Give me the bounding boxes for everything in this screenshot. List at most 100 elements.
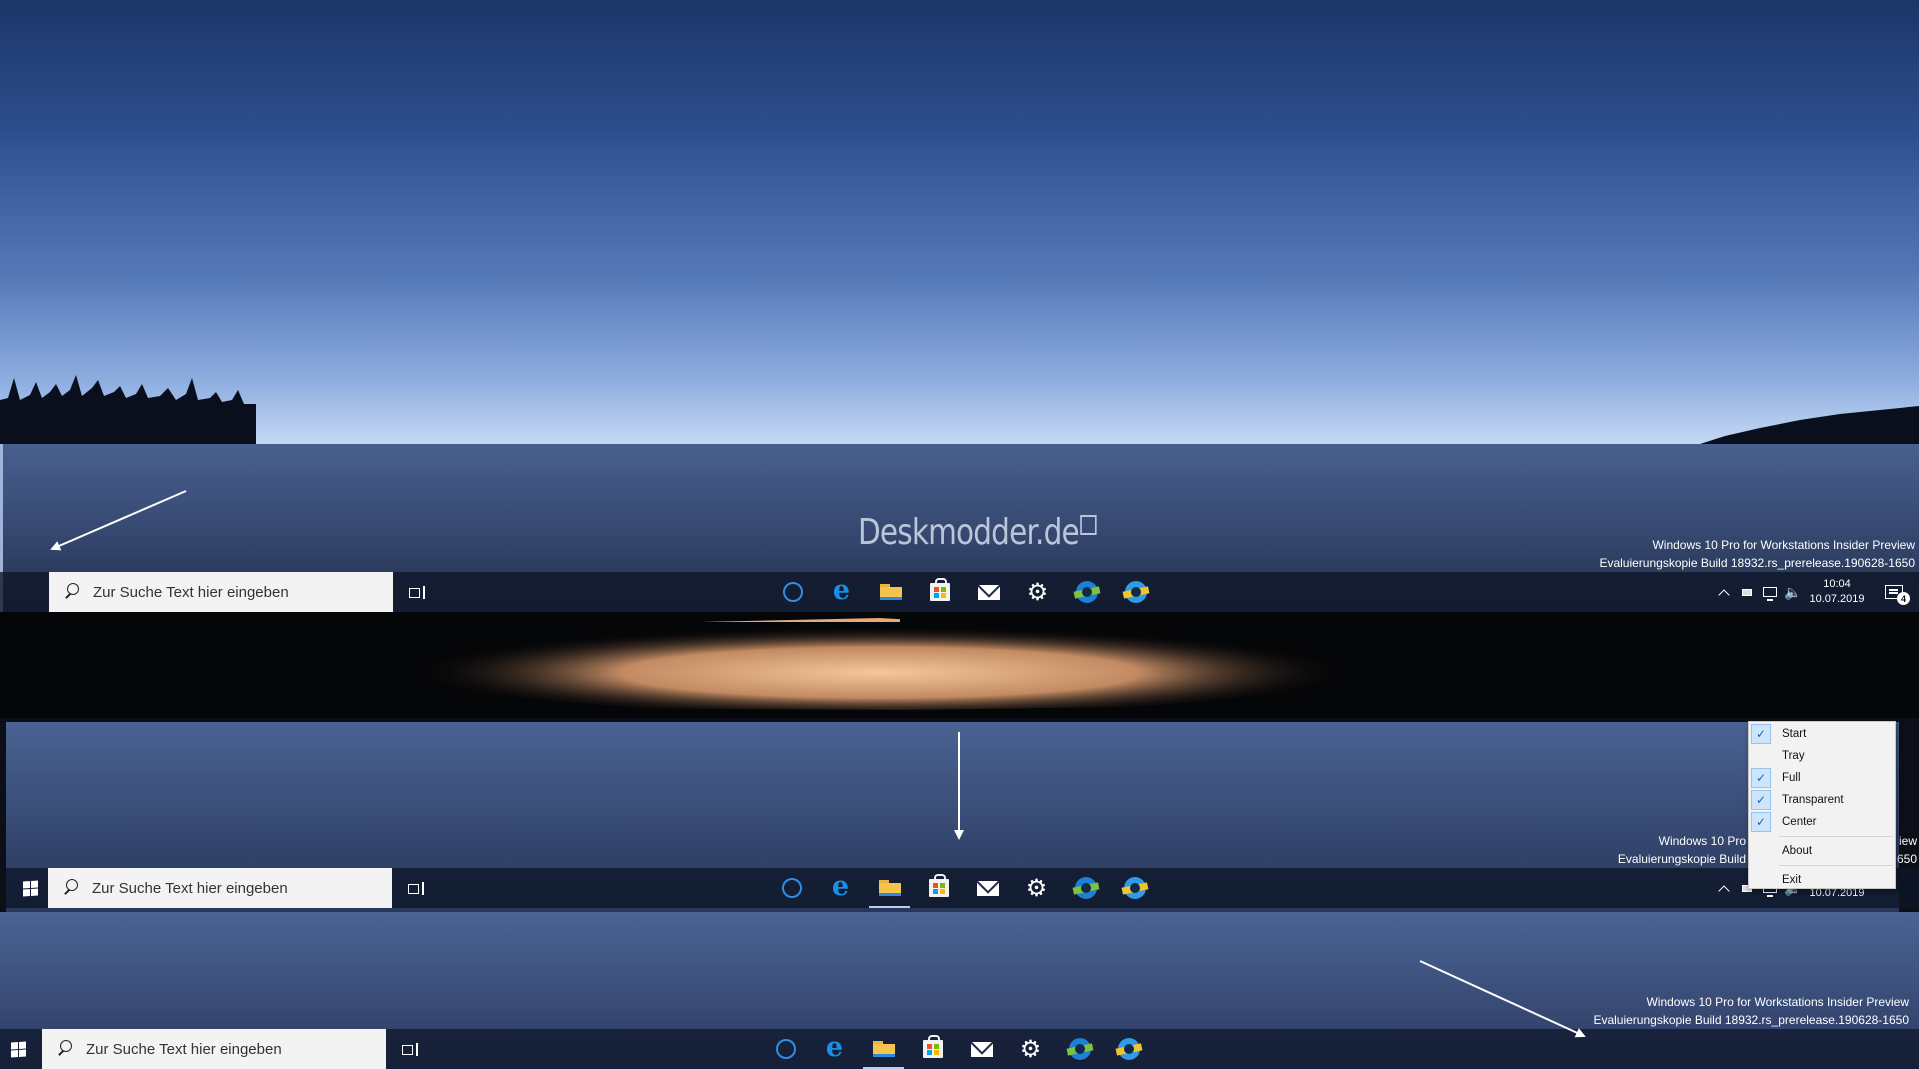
edge-canary-icon: [1115, 1038, 1142, 1060]
menu-item-tray[interactable]: Tray: [1749, 745, 1895, 767]
edge-beta-icon: [1072, 877, 1099, 899]
settings-button[interactable]: ⚙: [1013, 572, 1062, 612]
mail-button[interactable]: [963, 868, 1012, 908]
task-view-button[interactable]: [394, 868, 438, 908]
clock-date: 10.07.2019: [1809, 593, 1865, 605]
menu-separator: [1779, 865, 1893, 866]
windows-logo-icon: [22, 879, 38, 897]
edition-cropped-tail-1: iew: [1898, 834, 1917, 848]
volume-icon: 🔈: [1784, 583, 1802, 600]
lake-reflection: [0, 612, 1919, 718]
mail-icon: [970, 1041, 993, 1057]
cortana-button[interactable]: [761, 1029, 810, 1069]
taskbar-no-start: Zur Suche Text hier eingeben e ⚙ 🔈 10:04…: [0, 572, 1919, 612]
watermark-text: Deskmodder.de: [858, 512, 1080, 553]
edge-button[interactable]: e: [817, 572, 866, 612]
taskbar-centered: Zur Suche Text hier eingeben e ⚙ 🔈 10.07…: [0, 868, 1919, 908]
edition-cropped-tail-2: 650: [1896, 852, 1917, 866]
checkmark-icon: ✓: [1751, 724, 1771, 744]
cortana-button[interactable]: [768, 572, 817, 612]
cortana-icon: [775, 1039, 796, 1059]
chevron-up-icon: [1718, 884, 1730, 897]
edge-canary-icon: [1122, 581, 1149, 603]
file-explorer-button[interactable]: [865, 868, 914, 908]
file-explorer-button[interactable]: [866, 572, 915, 612]
mail-icon: [976, 880, 999, 896]
menu-item-center[interactable]: ✓ Center: [1749, 811, 1895, 833]
clock[interactable]: 10:04 10.07.2019: [1804, 572, 1870, 612]
cortana-button[interactable]: [767, 868, 816, 908]
pinned-apps: e ⚙: [767, 868, 1159, 908]
edge-canary-button[interactable]: [1110, 868, 1159, 908]
search-box[interactable]: Zur Suche Text hier eingeben: [42, 1029, 386, 1069]
search-box[interactable]: Zur Suche Text hier eingeben: [48, 868, 392, 908]
store-button[interactable]: [915, 572, 964, 612]
clock-time: 10:04: [1823, 578, 1851, 590]
start-button[interactable]: [10, 868, 50, 908]
edge-beta-icon: [1066, 1038, 1093, 1060]
edge-canary-icon: [1121, 877, 1148, 899]
edition-line-2: Evaluierungskopie Build 18932.rs_prerele…: [1599, 556, 1915, 570]
edge-beta-button[interactable]: [1062, 572, 1111, 612]
checkmark-icon: ✓: [1751, 768, 1771, 788]
edition-line-1: Windows 10 Pro for Workstations Insider …: [1652, 538, 1915, 552]
show-hidden-icons-button[interactable]: [1712, 868, 1736, 908]
action-center-icon: 4: [1885, 585, 1910, 605]
menu-item-about[interactable]: About: [1749, 840, 1895, 862]
menu-item-exit[interactable]: Exit: [1749, 869, 1895, 891]
edge-canary-button[interactable]: [1111, 572, 1160, 612]
menu-item-start[interactable]: ✓ Start: [1749, 723, 1895, 745]
settings-button[interactable]: ⚙: [1012, 868, 1061, 908]
taskbar-tool-context-menu: ✓ Start Tray ✓ Full ✓ Transparent ✓ Center A…: [1748, 721, 1896, 889]
edge-canary-button[interactable]: [1104, 1029, 1153, 1069]
mail-button[interactable]: [957, 1029, 1006, 1069]
edge-beta-button[interactable]: [1061, 868, 1110, 908]
usb-icon: [1742, 588, 1752, 596]
wallpaper-lake: [0, 612, 1919, 718]
edge-button[interactable]: e: [810, 1029, 859, 1069]
system-tray: 🔈 10:04 10.07.2019 4: [1712, 572, 1918, 612]
edition-cropped-line-1: Windows 10 Pro: [1658, 834, 1746, 848]
menu-item-full[interactable]: ✓ Full: [1749, 767, 1895, 789]
volume-button[interactable]: 🔈: [1782, 572, 1804, 612]
task-view-button[interactable]: [388, 1029, 432, 1069]
start-button[interactable]: [0, 1029, 38, 1069]
search-icon: [54, 1038, 76, 1060]
task-view-icon: [408, 881, 424, 895]
settings-gear-icon: ⚙: [1019, 1035, 1042, 1063]
show-hidden-icons-button[interactable]: [1712, 572, 1736, 612]
edge-icon: e: [832, 574, 851, 606]
network-icon: [1763, 587, 1777, 601]
chevron-up-icon: [1718, 588, 1730, 601]
taskbar-no-tray: Zur Suche Text hier eingeben e ⚙: [0, 1029, 1919, 1069]
treeline-silhouette: [0, 375, 1919, 444]
tray-usb-button[interactable]: [1736, 572, 1758, 612]
file-explorer-button[interactable]: [859, 1029, 908, 1069]
edge-beta-button[interactable]: [1055, 1029, 1104, 1069]
edition-watermark-top: Windows 10 Pro for Workstations Insider …: [1599, 536, 1915, 572]
edge-icon: e: [831, 870, 850, 902]
store-button[interactable]: [914, 868, 963, 908]
cortana-icon: [782, 582, 803, 602]
edge-button[interactable]: e: [816, 868, 865, 908]
search-placeholder: Zur Suche Text hier eingeben: [86, 1040, 282, 1058]
wallpaper-sky: [0, 0, 1919, 444]
action-center-button[interactable]: 4: [1870, 572, 1918, 612]
task-view-icon: [402, 1042, 418, 1056]
store-button[interactable]: [908, 1029, 957, 1069]
search-placeholder: Zur Suche Text hier eingeben: [93, 583, 289, 601]
menu-item-transparent[interactable]: ✓ Transparent: [1749, 789, 1895, 811]
mail-button[interactable]: [964, 572, 1013, 612]
edge-icon: e: [825, 1031, 844, 1063]
settings-button[interactable]: ⚙: [1006, 1029, 1055, 1069]
store-icon: [929, 578, 950, 601]
cortana-icon: [781, 878, 802, 898]
pinned-apps: e ⚙: [761, 1029, 1153, 1069]
network-button[interactable]: [1758, 572, 1782, 612]
search-placeholder: Zur Suche Text hier eingeben: [92, 879, 288, 897]
watermark: Deskmodder.de: [858, 512, 1097, 553]
edition-watermark-cropped: Windows 10 Pro Evaluierungskopie Build: [1618, 832, 1746, 868]
menu-separator: [1779, 836, 1893, 837]
task-view-button[interactable]: [395, 572, 439, 612]
search-box[interactable]: Zur Suche Text hier eingeben: [49, 572, 393, 612]
